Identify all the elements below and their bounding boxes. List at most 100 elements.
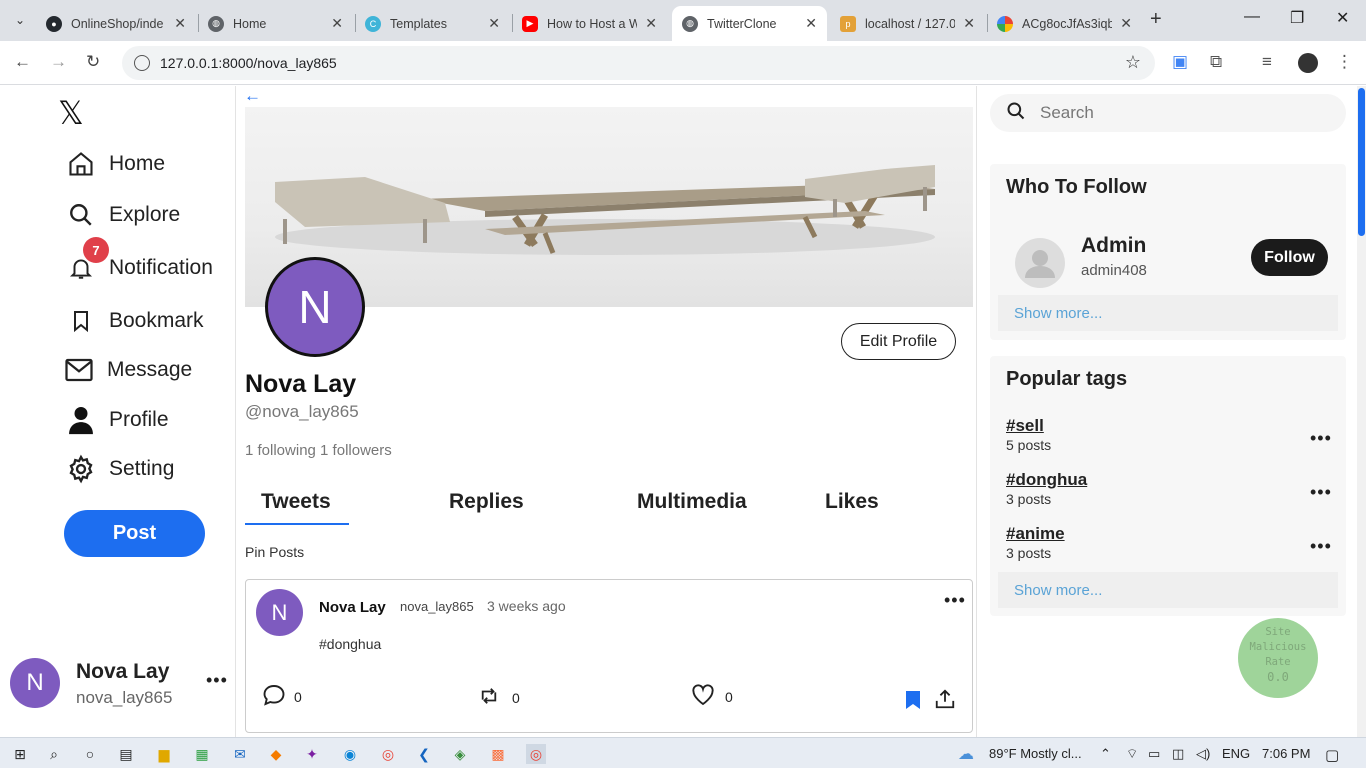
share-button[interactable] [934, 688, 956, 713]
back-icon[interactable]: ← [14, 52, 31, 72]
comment-button[interactable]: 0 [262, 684, 302, 709]
tag-name[interactable]: #donghua [1006, 470, 1087, 490]
tag-item[interactable]: #donghua 3 posts [1006, 470, 1087, 507]
sidebar-item-label: Message [107, 358, 193, 381]
tag-item[interactable]: #sell 5 posts [1006, 416, 1051, 453]
back-arrow-icon[interactable]: ← [244, 86, 261, 106]
follow-button[interactable]: Follow [1251, 239, 1328, 276]
file-explorer-icon[interactable]: ▆ [154, 744, 174, 764]
browser-tab[interactable]: ACg8ocJfAs3iqb ✕ [987, 6, 1142, 41]
tweet-more-icon[interactable]: ••• [944, 590, 966, 611]
edit-profile-button[interactable]: Edit Profile [841, 323, 956, 360]
sidebar-item-profile[interactable]: Profile [65, 404, 169, 436]
site-info-icon[interactable] [134, 55, 150, 71]
tab-search-icon[interactable]: ⌄ [10, 10, 30, 30]
store-icon[interactable]: ▦ [192, 744, 212, 764]
sidebar-item-home[interactable]: Home [65, 148, 165, 180]
show-more-link[interactable]: Show more... [998, 295, 1338, 331]
tab-likes[interactable]: Likes [825, 490, 879, 514]
vscode-icon[interactable]: ❮ [414, 744, 434, 764]
browser-tab[interactable]: ● OnlineShop/inde ✕ [36, 6, 196, 41]
close-tab-icon[interactable]: ✕ [174, 15, 186, 32]
tab-multimedia[interactable]: Multimedia [637, 490, 747, 514]
sidebar-item-message[interactable]: Message [63, 354, 192, 386]
translate-icon[interactable]: ▣ [1172, 52, 1188, 72]
mail-app-icon[interactable]: ✉ [230, 744, 250, 764]
search-input[interactable]: Search [990, 94, 1346, 132]
malicious-rate-widget[interactable]: Site Malicious Rate 0.0 [1238, 618, 1318, 698]
chrome-icon[interactable]: ◎ [378, 744, 398, 764]
notification-center-icon[interactable]: ▢ [1325, 746, 1339, 764]
restore-icon[interactable]: ❐ [1290, 8, 1304, 28]
tag-more-icon[interactable]: ••• [1310, 536, 1332, 557]
tag-name[interactable]: #anime [1006, 524, 1065, 544]
sidebar-item-setting[interactable]: Setting [65, 453, 174, 485]
tab-tweets[interactable]: Tweets [261, 490, 331, 514]
close-tab-icon[interactable]: ✕ [331, 15, 343, 32]
xampp-icon[interactable]: ▩ [488, 744, 508, 764]
close-tab-icon[interactable]: ✕ [645, 15, 657, 32]
volume-icon[interactable]: ◁) [1196, 746, 1210, 762]
tab-replies[interactable]: Replies [449, 490, 524, 514]
close-window-icon[interactable]: ✕ [1336, 8, 1349, 28]
account-switcher[interactable]: N Nova Lay nova_lay865 ••• [10, 658, 230, 714]
app-icon[interactable]: ◈ [450, 744, 470, 764]
browser-tab[interactable]: C Templates ✕ [355, 6, 510, 41]
app-icon[interactable]: ◆ [266, 744, 286, 764]
close-tab-icon[interactable]: ✕ [488, 15, 500, 32]
battery-icon[interactable]: ▭ [1148, 746, 1160, 762]
sidebar-item-label: Home [109, 152, 166, 175]
close-tab-icon[interactable]: ✕ [963, 15, 975, 32]
wifi-icon[interactable]: ⌔ [1126, 746, 1138, 762]
tweet-author-name[interactable]: Nova Lay [319, 599, 386, 616]
search-icon[interactable]: ⌕ [44, 744, 64, 764]
windows-start-icon[interactable]: ⊞ [10, 744, 30, 764]
browser-tab-active[interactable]: ◍ TwitterClone ✕ [672, 6, 827, 41]
clock[interactable]: 7:06 PM [1262, 746, 1310, 761]
x-logo-icon[interactable]: 𝕏 [58, 94, 84, 132]
chevron-up-icon[interactable]: ⌃ [1100, 746, 1111, 762]
weather-text[interactable]: 89°F Mostly cl... [989, 746, 1082, 761]
tag-item[interactable]: #anime 3 posts [1006, 524, 1065, 561]
bookmark-star-icon[interactable]: ☆ [1125, 52, 1141, 73]
scrollbar[interactable] [1357, 86, 1366, 737]
close-tab-icon[interactable]: ✕ [805, 15, 817, 32]
browser-tab[interactable]: p localhost / 127.0 ✕ [830, 6, 985, 41]
sidebar-item-explore[interactable]: Explore [65, 199, 180, 231]
close-tab-icon[interactable]: ✕ [1120, 15, 1132, 32]
scrollbar-thumb[interactable] [1358, 88, 1365, 236]
post-button[interactable]: Post [64, 510, 205, 557]
language-indicator[interactable]: ENG [1222, 746, 1250, 761]
network-icon[interactable]: ◫ [1172, 746, 1184, 762]
reload-icon[interactable]: ↻ [86, 52, 100, 72]
tag-more-icon[interactable]: ••• [1310, 428, 1332, 449]
media-icon[interactable]: ≡ [1262, 52, 1272, 72]
retweet-button[interactable]: 0 [478, 687, 520, 708]
more-options-icon[interactable]: ••• [206, 670, 228, 691]
url-input[interactable]: 127.0.0.1:8000/nova_lay865 ☆ [122, 46, 1155, 80]
extensions-icon[interactable]: ⧉ [1210, 52, 1222, 72]
like-button[interactable]: 0 [691, 684, 733, 709]
menu-icon[interactable]: ⋮ [1336, 52, 1353, 72]
app-icon[interactable]: ✦ [302, 744, 322, 764]
minimize-icon[interactable]: — [1244, 8, 1260, 26]
new-tab-button[interactable]: + [1150, 8, 1162, 31]
browser-tab[interactable]: ▶ How to Host a W ✕ [512, 6, 667, 41]
bookmark-button[interactable] [905, 690, 921, 713]
weather-icon[interactable]: ☁ [958, 744, 974, 764]
suggested-user-name[interactable]: Admin [1081, 234, 1146, 258]
profile-avatar-icon[interactable] [1298, 53, 1318, 73]
tag-name[interactable]: #sell [1006, 416, 1051, 436]
tweet-card[interactable]: N Nova Lay nova_lay865 3 weeks ago ••• #… [245, 579, 973, 733]
cortana-icon[interactable]: ○ [80, 744, 100, 764]
edge-icon[interactable]: ◉ [340, 744, 360, 764]
browser-tab[interactable]: ◍ Home ✕ [198, 6, 353, 41]
show-more-link[interactable]: Show more... [998, 572, 1338, 608]
forward-icon[interactable]: → [50, 52, 67, 72]
sidebar-item-bookmark[interactable]: Bookmark [65, 305, 204, 337]
heart-icon [691, 684, 715, 709]
task-view-icon[interactable]: ▤ [116, 744, 136, 764]
tag-more-icon[interactable]: ••• [1310, 482, 1332, 503]
follow-stats[interactable]: 1 following 1 followers [245, 442, 392, 459]
chrome-active-icon[interactable]: ◎ [526, 744, 546, 764]
